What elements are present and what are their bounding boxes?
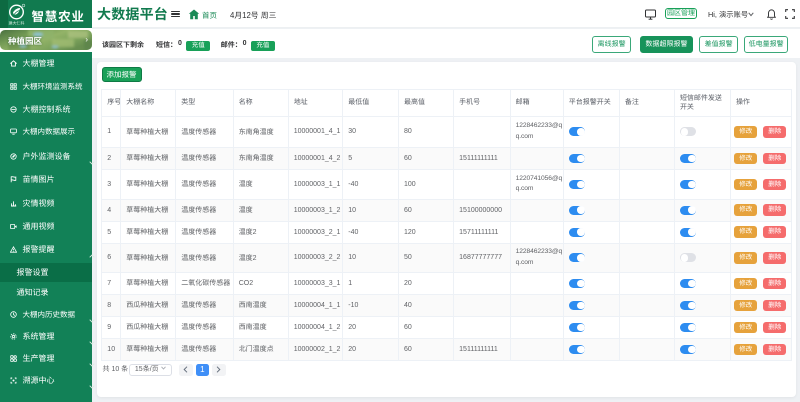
- svg-text:建大仁科: 建大仁科: [9, 21, 25, 27]
